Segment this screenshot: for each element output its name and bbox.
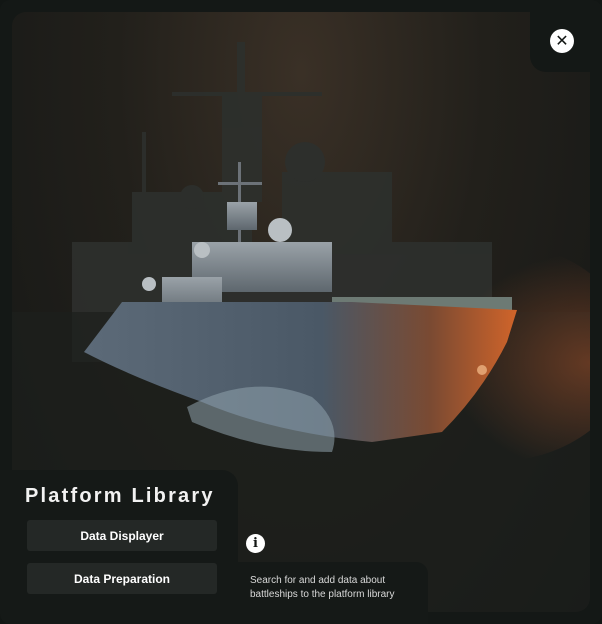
data-displayer-button[interactable]: Data Displayer: [27, 520, 217, 551]
panel-title: Platform Library: [25, 485, 215, 507]
close-icon: ✕: [555, 31, 569, 50]
info-glyph: i: [253, 536, 258, 551]
data-preparation-button[interactable]: Data Preparation: [27, 563, 217, 594]
info-icon[interactable]: i: [246, 534, 265, 553]
platform-library-window: ✕ Platform Library Data Displayer Data P…: [0, 0, 602, 624]
close-button[interactable]: ✕: [550, 29, 574, 53]
description-text: Search for and add data about battleship…: [250, 575, 395, 600]
